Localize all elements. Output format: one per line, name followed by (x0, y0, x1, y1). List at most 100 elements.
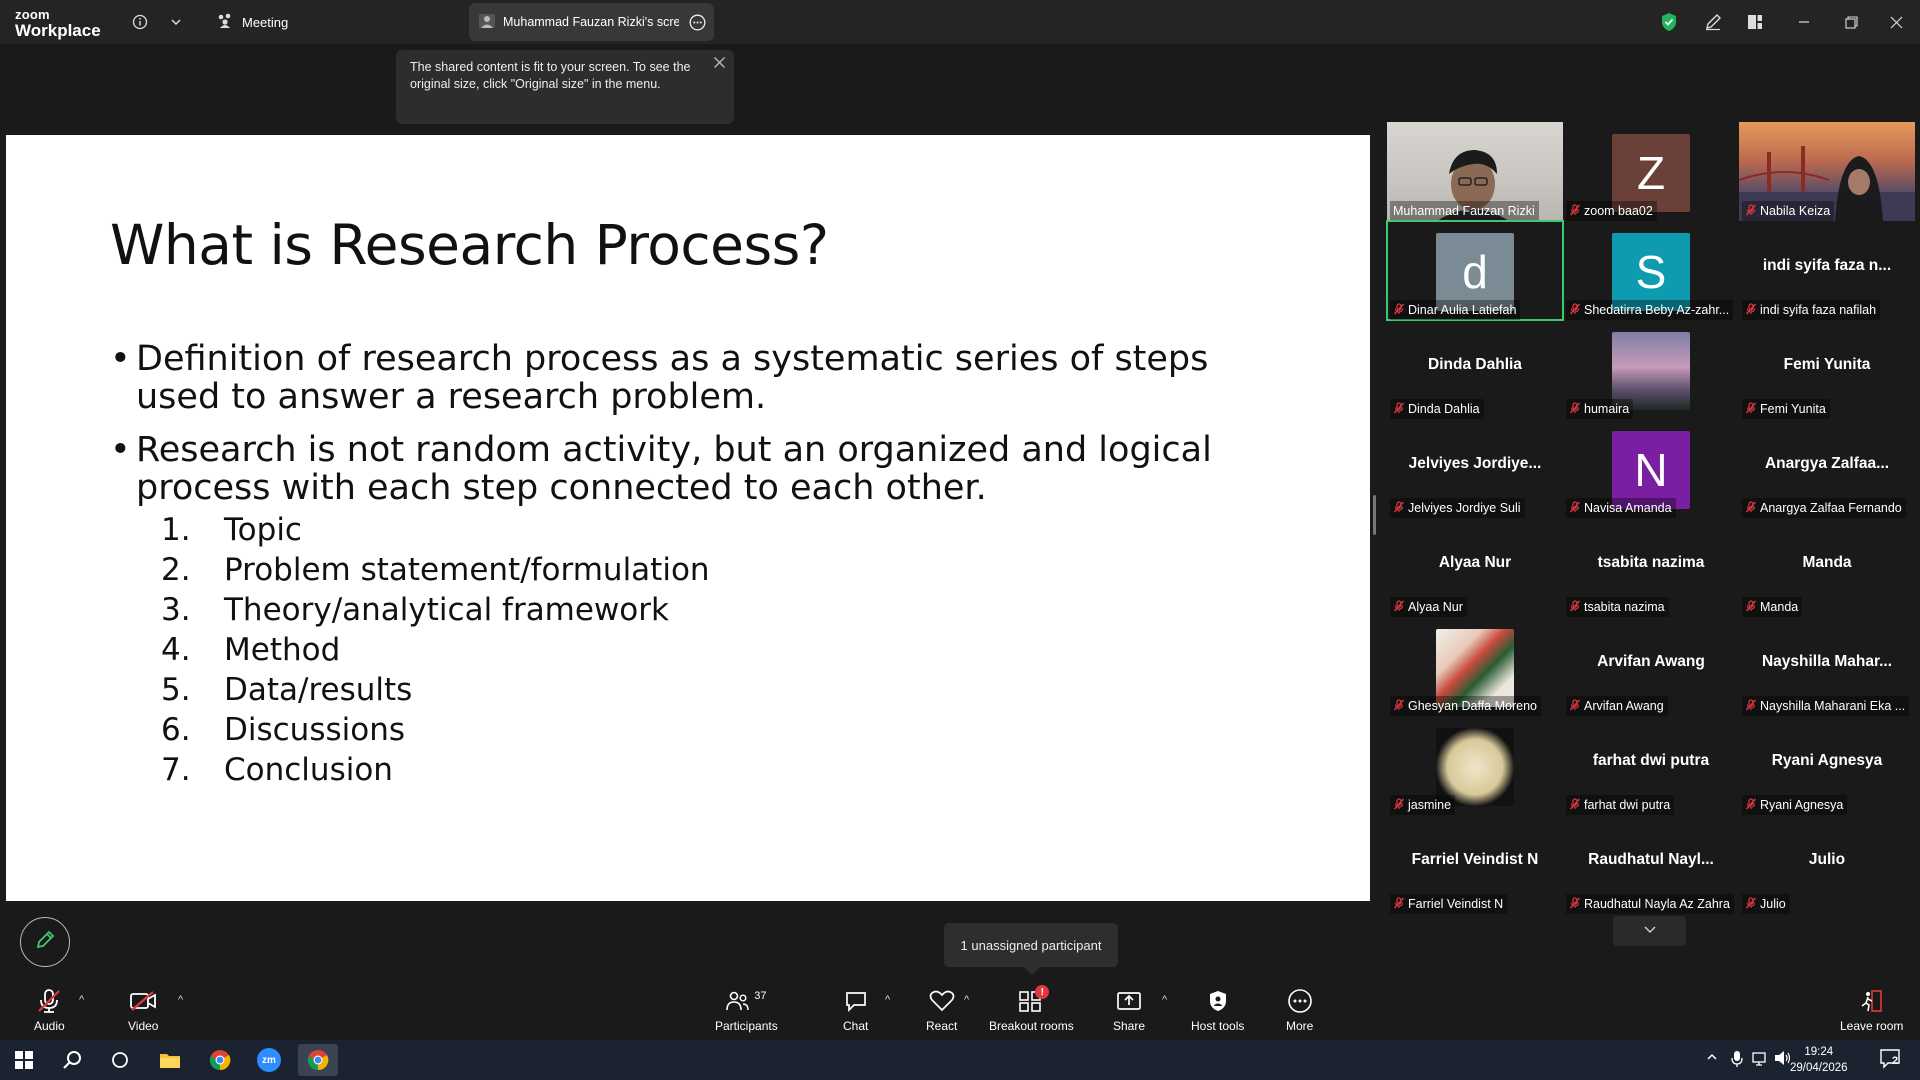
notification-center-icon[interactable]: 2 (1880, 1049, 1902, 1074)
participant-tile[interactable]: humaira (1563, 320, 1739, 419)
participant-tile[interactable]: Julio Julio (1739, 815, 1915, 914)
participant-display-name: Dinda Dahlia (1428, 356, 1522, 373)
participants-count: 37 (754, 990, 767, 1002)
leave-room-button[interactable]: Leave room (1840, 988, 1903, 1036)
taskbar-clock[interactable]: 19:24 29/04/2026 (1790, 1044, 1848, 1076)
chat-options-caret[interactable]: ^ (885, 994, 890, 1006)
annotate-button[interactable] (20, 917, 70, 967)
participant-name-label: Dinar Aulia Latiefah (1390, 300, 1521, 320)
share-options-caret[interactable]: ^ (1162, 994, 1167, 1006)
mic-muted-icon (1569, 401, 1581, 417)
participant-tile[interactable]: Nayshilla Mahar... Nayshilla Maharani Eka… (1739, 617, 1915, 716)
zoom-taskbar-icon[interactable]: zm (249, 1044, 289, 1076)
mic-muted-icon (1393, 401, 1405, 417)
participant-tile[interactable]: Dinda Dahlia Dinda Dahlia (1387, 320, 1563, 419)
title-bar: zoom Workplace Meeting Muhammad Fauzan R… (0, 0, 1920, 44)
tooltip-text: The shared content is fit to your screen… (410, 60, 691, 91)
shared-screen-slide: What is Research Process? • Definition o… (6, 135, 1370, 901)
tray-expand-icon[interactable] (1706, 1050, 1718, 1068)
slide-title: What is Research Process? (110, 213, 829, 277)
task-view-icon[interactable] (100, 1044, 140, 1076)
step-text: Problem statement/formulation (224, 552, 710, 588)
participant-name-label: Raudhatul Nayla Az Zahra (1566, 894, 1734, 914)
share-button[interactable]: Share (1113, 988, 1145, 1036)
screen-share-tab[interactable]: Muhammad Fauzan Rizki's screen (469, 3, 714, 41)
participant-display-name: Arvifan Awang (1597, 653, 1705, 670)
windows-start-icon[interactable] (4, 1044, 44, 1076)
breakout-rooms-button[interactable]: ! Breakout rooms (989, 985, 1074, 1036)
participant-tile[interactable]: Ghesyan Daffa Moreno (1387, 617, 1563, 716)
participant-tile[interactable]: Zzoom baa02 (1563, 122, 1739, 221)
microphone-tray-icon[interactable] (1731, 1050, 1743, 1073)
mic-muted-icon (1569, 896, 1581, 912)
participant-tile[interactable]: indi syifa faza n... indi syifa faza nafi… (1739, 221, 1915, 320)
layout-icon[interactable] (1740, 10, 1770, 34)
participant-tile[interactable]: Raudhatul Nayl... Raudhatul Nayla Az Zahr… (1563, 815, 1739, 914)
participant-tile[interactable]: jasmine (1387, 716, 1563, 815)
participant-tile[interactable]: Arvifan Awang Arvifan Awang (1563, 617, 1739, 716)
gallery-resize-handle[interactable] (1373, 495, 1376, 535)
step-number: 5. (161, 672, 191, 708)
participant-display-name: Ryani Agnesya (1771, 752, 1883, 769)
participant-tile[interactable]: Muhammad Fauzan Rizki (1387, 122, 1563, 221)
video-options-caret[interactable]: ^ (178, 994, 183, 1006)
search-icon[interactable] (52, 1044, 92, 1076)
participant-tile[interactable]: Alyaa Nur Alyaa Nur (1387, 518, 1563, 617)
network-icon[interactable] (1752, 1050, 1770, 1071)
mic-muted-icon (1745, 500, 1757, 516)
chrome-active-icon[interactable] (298, 1044, 338, 1076)
notification-count: 2 (1892, 1055, 1899, 1067)
more-button[interactable]: More (1286, 988, 1313, 1036)
participants-icon: 37 (726, 988, 766, 1014)
meeting-menu-button[interactable]: Meeting (217, 11, 288, 33)
share-options-icon[interactable] (689, 14, 706, 34)
participant-name: Dinda Dahlia (1408, 402, 1480, 416)
gallery-next-page-button[interactable] (1613, 916, 1686, 946)
close-icon[interactable] (1881, 10, 1911, 34)
mic-muted-icon (1569, 698, 1581, 714)
react-button[interactable]: React (926, 988, 957, 1036)
participant-tile[interactable]: S Shedatirra Beby Az-zahr... (1563, 221, 1739, 320)
minimize-icon[interactable] (1789, 10, 1819, 34)
chrome-icon[interactable] (200, 1044, 240, 1076)
bullet-dot: • (110, 430, 131, 470)
host-tools-button[interactable]: Host tools (1191, 988, 1244, 1036)
participant-tile[interactable]: Jelviyes Jordiye... Jelviyes Jordiye Suli (1387, 419, 1563, 518)
participant-tile[interactable]: farhat dwi putra farhat dwi putra (1563, 716, 1739, 815)
participant-tile[interactable]: Nabila Keiza (1738, 122, 1915, 221)
restore-icon[interactable] (1836, 10, 1866, 34)
participant-tile[interactable]: Anargya Zalfaa... Anargya Zalfaa Fernando (1739, 419, 1915, 518)
participant-name: Farriel Veindist N (1408, 897, 1504, 911)
heart-icon (929, 988, 955, 1014)
mic-muted-icon (36, 988, 62, 1014)
participant-display-name: indi syifa faza n... (1762, 257, 1892, 274)
participant-name: Muhammad Fauzan Rizki (1393, 204, 1535, 218)
participant-tile[interactable]: N Navisa Amanda (1563, 419, 1739, 518)
info-icon[interactable] (128, 10, 152, 34)
chevron-down-icon[interactable] (164, 10, 188, 34)
step-text: Conclusion (224, 752, 393, 788)
share-tab-label: Muhammad Fauzan Rizki's screen (503, 15, 679, 29)
tooltip-close-icon[interactable] (713, 56, 726, 74)
chat-button[interactable]: Chat (843, 988, 868, 1036)
mic-muted-icon (1569, 302, 1581, 318)
participant-tile[interactable]: Ryani Agnesya Ryani Agnesya (1739, 716, 1915, 815)
participant-name-label: Arvifan Awang (1566, 696, 1668, 716)
more-label: More (1286, 1019, 1314, 1033)
pen-icon[interactable] (1698, 10, 1728, 34)
audio-options-caret[interactable]: ^ (79, 994, 84, 1006)
step-number: 4. (161, 632, 191, 668)
participant-tile[interactable]: Farriel Veindist N Farriel Veindist N (1387, 815, 1563, 914)
participant-tile[interactable]: tsabita nazima tsabita nazima (1563, 518, 1739, 617)
participant-tile[interactable]: d Dinar Aulia Latiefah (1386, 220, 1564, 321)
react-options-caret[interactable]: ^ (964, 994, 969, 1006)
file-explorer-icon[interactable] (150, 1044, 190, 1076)
video-button[interactable]: Video (128, 988, 158, 1036)
participants-button[interactable]: 37 Participants (715, 988, 778, 1036)
participant-name-label: jasmine (1390, 795, 1456, 815)
audio-button[interactable]: Audio (34, 988, 65, 1036)
mic-muted-icon (1745, 896, 1757, 912)
participant-tile[interactable]: Femi Yunita Femi Yunita (1739, 320, 1915, 419)
shield-icon[interactable] (1654, 10, 1684, 34)
participant-tile[interactable]: Manda Manda (1739, 518, 1915, 617)
